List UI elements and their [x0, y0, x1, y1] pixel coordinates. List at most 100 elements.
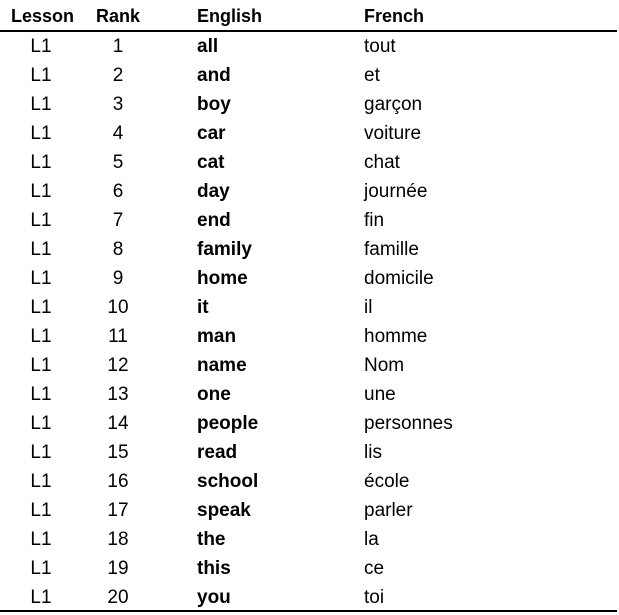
lesson-cell: L1 — [30, 355, 52, 376]
table-row: L1 13 one une — [0, 380, 617, 409]
table-body: L1 1 all tout L1 2 and et L1 3 boy garçon L1 4 car voit… — [0, 32, 617, 612]
rank-cell: 3 — [112, 94, 124, 115]
english-word-cell: speak — [197, 500, 251, 521]
table-row: L1 10 it il — [0, 293, 617, 322]
english-word-cell: school — [197, 471, 259, 492]
french-word-cell: voiture — [364, 123, 422, 144]
lesson-cell: L1 — [30, 587, 52, 608]
english-word-cell: read — [197, 442, 238, 463]
english-word-cell: and — [197, 65, 231, 86]
rank-cell: 7 — [112, 210, 124, 231]
french-word-cell: tout — [364, 36, 396, 57]
english-word-cell: home — [197, 268, 248, 289]
french-word-cell: famille — [364, 239, 419, 260]
rank-cell: 20 — [107, 587, 129, 608]
french-word-cell: et — [364, 65, 380, 86]
rank-cell: 11 — [108, 326, 128, 347]
rank-cell: 4 — [112, 123, 124, 144]
table-row: L1 12 name Nom — [0, 351, 617, 380]
french-word-cell: ce — [364, 558, 385, 579]
english-word-cell: all — [197, 36, 219, 57]
lesson-cell: L1 — [30, 500, 52, 521]
english-word-cell: one — [197, 384, 231, 405]
table-row: L1 7 end fin — [0, 206, 617, 235]
french-word-cell: Nom — [364, 355, 405, 376]
table-row: L1 11 man homme — [0, 322, 617, 351]
lesson-cell: L1 — [30, 326, 52, 347]
rank-cell: 15 — [107, 442, 129, 463]
lesson-cell: L1 — [30, 123, 52, 144]
table-row: L1 16 school école — [0, 467, 617, 496]
english-word-cell: day — [197, 181, 230, 202]
vocabulary-table: Lesson Rank English French L1 1 all tout L1 2… — [0, 3, 617, 612]
lesson-cell: L1 — [30, 94, 52, 115]
rank-cell: 5 — [112, 152, 124, 173]
french-word-cell: école — [364, 471, 410, 492]
lesson-cell: L1 — [30, 152, 52, 173]
lesson-cell: L1 — [30, 65, 52, 86]
french-word-cell: toi — [364, 587, 385, 608]
lesson-cell: L1 — [30, 210, 52, 231]
french-word-cell: la — [364, 529, 379, 550]
english-word-cell: name — [197, 355, 247, 376]
rank-cell: 2 — [112, 65, 124, 86]
table-row: L1 20 you toi — [0, 583, 617, 612]
english-word-cell: end — [197, 210, 231, 231]
table-row: L1 19 this ce — [0, 554, 617, 583]
english-word-cell: it — [197, 297, 209, 318]
table-row: L1 4 car voiture — [0, 119, 617, 148]
lesson-cell: L1 — [30, 471, 52, 492]
lesson-cell: L1 — [30, 239, 52, 260]
header-rank: Rank — [96, 6, 141, 26]
rank-cell: 8 — [112, 239, 124, 260]
rank-cell: 6 — [112, 181, 124, 202]
rank-cell: 12 — [107, 355, 129, 376]
rank-cell: 10 — [107, 297, 129, 318]
lesson-cell: L1 — [30, 181, 52, 202]
lesson-cell: L1 — [30, 558, 52, 579]
french-word-cell: une — [364, 384, 396, 405]
table-row: L1 15 read lis — [0, 438, 617, 467]
french-word-cell: lis — [364, 442, 382, 463]
french-word-cell: il — [364, 297, 373, 318]
table-header-row: Lesson Rank English French — [0, 3, 617, 32]
rank-cell: 16 — [107, 471, 129, 492]
english-word-cell: cat — [197, 152, 225, 173]
table-row: L1 5 cat chat — [0, 148, 617, 177]
english-word-cell: car — [197, 123, 226, 144]
table-row: L1 3 boy garçon — [0, 90, 617, 119]
english-word-cell: people — [197, 413, 259, 434]
french-word-cell: chat — [364, 152, 400, 173]
french-word-cell: personnes — [364, 413, 453, 434]
french-word-cell: domicile — [364, 268, 434, 289]
table-row: L1 2 and et — [0, 61, 617, 90]
header-english: English — [197, 6, 263, 26]
english-word-cell: the — [197, 529, 226, 550]
header-lesson: Lesson — [11, 6, 75, 26]
rank-cell: 1 — [112, 36, 124, 57]
lesson-cell: L1 — [30, 529, 52, 550]
lesson-cell: L1 — [30, 413, 52, 434]
rank-cell: 13 — [107, 384, 129, 405]
lesson-cell: L1 — [30, 297, 52, 318]
french-word-cell: journée — [364, 181, 428, 202]
table-row: L1 8 family famille — [0, 235, 617, 264]
rank-cell: 17 — [107, 500, 129, 521]
english-word-cell: this — [197, 558, 231, 579]
french-word-cell: parler — [364, 500, 413, 521]
vocabulary-sheet: Lesson Rank English French L1 1 all tout L1 2… — [0, 0, 619, 615]
table-row: L1 9 home domicile — [0, 264, 617, 293]
table-row: L1 17 speak parler — [0, 496, 617, 525]
lesson-cell: L1 — [30, 36, 52, 57]
french-word-cell: homme — [364, 326, 428, 347]
french-word-cell: garçon — [364, 94, 423, 115]
french-word-cell: fin — [364, 210, 385, 231]
table-row: L1 1 all tout — [0, 32, 617, 61]
rank-cell: 18 — [107, 529, 129, 550]
english-word-cell: boy — [197, 94, 231, 115]
rank-cell: 9 — [112, 268, 124, 289]
lesson-cell: L1 — [30, 268, 52, 289]
table-row: L1 6 day journée — [0, 177, 617, 206]
rank-cell: 19 — [107, 558, 129, 579]
english-word-cell: man — [197, 326, 237, 347]
